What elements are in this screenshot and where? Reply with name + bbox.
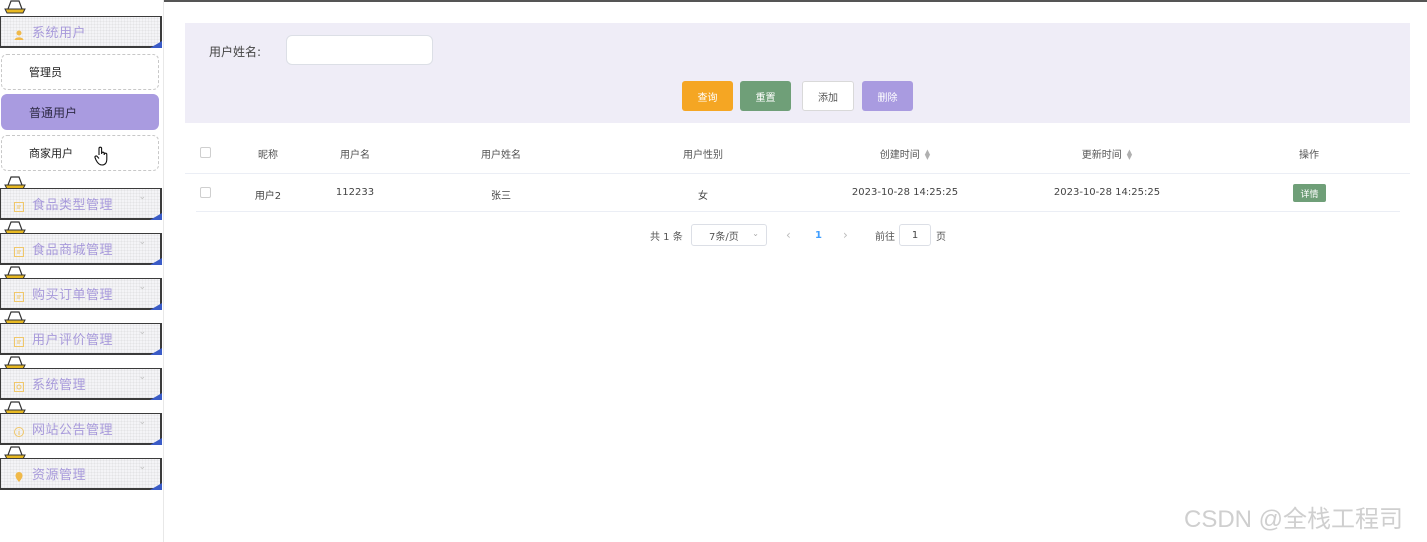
hand-cursor-icon [94,146,108,166]
corner-mark [150,303,162,310]
chevron-down-icon: ⌄ [138,372,146,382]
document-icon [13,333,25,347]
menu-group-label: 资源管理 [32,468,87,483]
search-input[interactable] [286,35,433,65]
top-divider [164,0,1427,2]
chevron-down-icon: ⌄ [138,462,146,472]
corner-mark [150,393,162,400]
page-suffix: 页 [936,231,946,243]
column-header-updated-time[interactable]: 更新时间 ▲ ▼ [1081,146,1132,162]
page-size-select[interactable]: 7条/页 ⌄ [691,224,767,246]
cell-gender: 女 [698,191,708,202]
detail-button[interactable]: 详情 [1293,184,1326,202]
table-header: 昵称 用户名 用户姓名 用户性别 创建时间 ▲ ▼ 更新时间 ▲ ▼ 操作 [185,130,1410,174]
cell-created-time: 2023-10-28 14:25:25 [851,187,959,198]
menu-group-label: 系统管理 [32,378,87,393]
menu-group-label: 网站公告管理 [32,423,114,438]
menu-group-label: 用户评价管理 [32,333,114,348]
settings-icon [13,378,25,392]
delete-button[interactable]: 删除 [862,81,913,111]
menu-group-system-mgmt[interactable]: 系统管理 ⌄ [0,368,162,400]
sort-icon[interactable]: ▲ ▼ [1127,149,1132,161]
chevron-down-icon: ⌄ [138,192,146,202]
query-button[interactable]: 查询 [682,81,733,111]
menu-group-label: 系统用户 [32,26,87,41]
column-header-updated-label: 更新时间 [1081,150,1122,161]
menu-group-food-mall[interactable]: 食品商城管理 ⌄ [0,233,162,265]
menu-group-orders[interactable]: 购买订单管理 ⌄ [0,278,162,310]
menu-group-food-types[interactable]: 食品类型管理 ⌄ [0,188,162,220]
corner-mark [150,483,162,490]
cell-updated-time: 2023-10-28 14:25:25 [1053,187,1161,198]
column-header-created-label: 创建时间 [879,150,920,161]
menu-group-label: 食品类型管理 [32,198,114,213]
pagination-total: 共 1 条 [650,231,683,243]
column-header-gender: 用户性别 [683,150,723,161]
goto-page-input[interactable] [899,224,931,246]
column-header-created-time[interactable]: 创建时间 ▲ ▼ [879,146,930,162]
chevron-down-icon: ⌄ [138,417,146,427]
sort-icon[interactable]: ▲ ▼ [925,149,930,161]
prev-page-icon[interactable]: ‹ [786,224,791,246]
document-icon [13,288,25,302]
column-header-actions: 操作 [1299,150,1319,161]
goto-label: 前往 [875,231,895,243]
menu-group-reviews[interactable]: 用户评价管理 ⌄ [0,323,162,355]
document-icon [13,198,25,212]
corner-mark [150,438,162,445]
page-number-current[interactable]: 1 [815,224,822,246]
table-row: 用户2 112233 张三 女 2023-10-28 14:25:25 2023… [196,174,1400,212]
user-icon [13,26,25,40]
column-header-nickname: 昵称 [258,150,278,161]
menu-group-label: 食品商城管理 [32,243,114,258]
chevron-down-icon: ⌄ [138,282,146,292]
select-all-checkbox[interactable] [200,147,211,158]
add-button[interactable]: 添加 [802,81,854,111]
sidebar: 系统用户 管理员 普通用户 商家用户 食品类型管理 ⌄ 食品商城管理 ⌄ 购买订… [0,0,164,542]
chevron-down-icon: ⌄ [138,327,146,337]
chevron-down-icon: ⌄ [138,237,146,247]
page-size-value: 7条/页 [709,231,739,243]
info-icon [13,423,25,437]
chevron-down-icon: ⌄ [752,229,759,238]
location-icon [13,468,25,482]
menu-group-label: 购买订单管理 [32,288,114,303]
sub-item-admin[interactable]: 管理员 [1,54,159,90]
menu-group-resources[interactable]: 资源管理 ⌄ [0,458,162,490]
document-icon [13,243,25,257]
binder-clip-icon [4,0,26,14]
column-header-username: 用户名 [340,150,370,161]
next-page-icon[interactable]: › [843,224,848,246]
search-label: 用户姓名: [209,45,262,59]
corner-mark [150,348,162,355]
watermark: CSDN @全栈工程司 [1184,506,1404,533]
column-header-real-name: 用户姓名 [481,150,521,161]
reset-button[interactable]: 重置 [740,81,791,111]
cell-nickname: 用户2 [254,191,282,202]
sub-item-normal-user[interactable]: 普通用户 [1,94,159,130]
corner-mark [150,41,162,48]
search-panel: 用户姓名: 查询 重置 添加 删除 [185,23,1410,123]
row-checkbox[interactable] [200,187,211,198]
cell-username: 112233 [335,187,375,198]
sub-item-merchant-user[interactable]: 商家用户 [1,135,159,171]
menu-group-announcements[interactable]: 网站公告管理 ⌄ [0,413,162,445]
corner-mark [150,258,162,265]
cell-real-name: 张三 [491,191,511,202]
menu-group-system-users[interactable]: 系统用户 [0,16,162,48]
corner-mark [150,213,162,220]
